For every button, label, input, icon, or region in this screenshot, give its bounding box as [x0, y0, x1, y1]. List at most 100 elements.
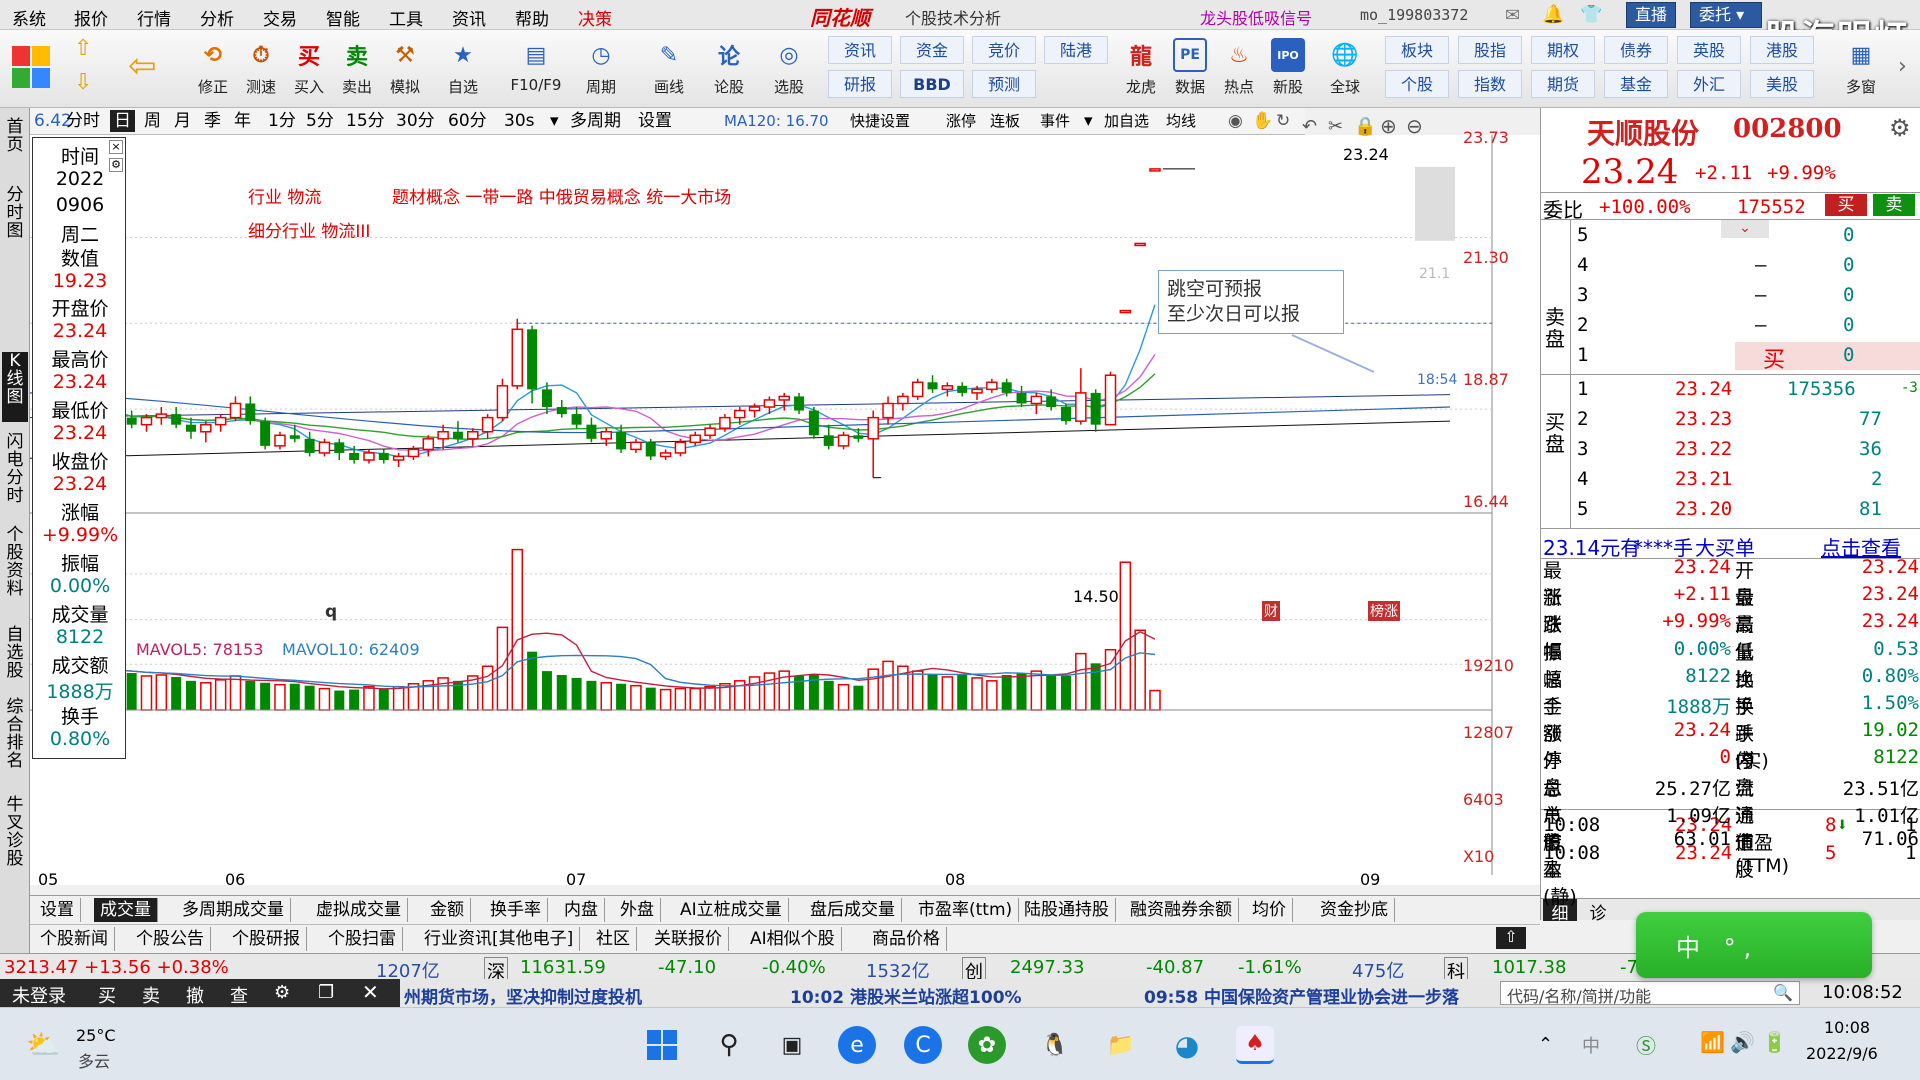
bell-icon[interactable]: 🔔 [1542, 4, 1564, 25]
quote-sell-button[interactable]: 卖 [1873, 194, 1915, 216]
info-tab[interactable]: 行业资讯[其他电子] [418, 927, 581, 951]
btn-futures[interactable]: 期货 [1531, 70, 1595, 98]
tool-global[interactable]: 🌐 全球 [1322, 34, 1368, 106]
undo-icon[interactable]: ↶ [1302, 116, 1317, 137]
btn-index[interactable]: 指数 [1458, 70, 1522, 98]
edge-icon[interactable]: e [838, 1026, 876, 1064]
period-5min[interactable]: 5分 [306, 110, 334, 132]
ime-popup[interactable]: 中 °, [1636, 912, 1872, 978]
indicator-tab[interactable]: 资金抄底 [1314, 898, 1395, 922]
news-item-2[interactable]: 10:02 港股米兰站涨超100% [790, 983, 1022, 1008]
chart-tool-dropdown-icon[interactable]: ▾ [1084, 110, 1093, 132]
period-60min[interactable]: 60分 [448, 110, 487, 132]
trade-sell[interactable]: 卖 [142, 982, 160, 1008]
annotation-tip[interactable]: 跳空可预报 至少次日可以报 [1158, 270, 1344, 334]
news-item-1[interactable]: 州期货市场，坚决抑制过度投机 [404, 983, 642, 1008]
btn-forecast[interactable]: 预测 [972, 70, 1036, 98]
btn-us-stocks[interactable]: 美股 [1750, 70, 1814, 98]
edge-browser-icon[interactable]: ◕ [1168, 1026, 1206, 1064]
tool-dragon[interactable]: 龍龙虎 [1118, 34, 1164, 106]
up-arrow-icon[interactable]: ⇧ [74, 36, 108, 66]
indicator-tab[interactable]: 内盘 [558, 898, 605, 922]
menu-item-help[interactable]: 帮助 [515, 5, 549, 30]
tool-speed[interactable]: ⏱ 测速 [238, 34, 284, 106]
weather-icon[interactable]: ⛅ [26, 1028, 61, 1061]
tab-diagnose[interactable]: 诊 [1581, 899, 1615, 924]
info-tab[interactable]: AI相似个股 [744, 927, 842, 951]
vtab-home[interactable]: 首页 [2, 118, 28, 158]
scroll-top-icon[interactable]: ⇧ [1496, 927, 1526, 949]
back-arrow-icon[interactable]: ⇦ [128, 46, 168, 86]
gear-icon[interactable]: ⚙ [1889, 114, 1911, 142]
info-tab[interactable]: 个股扫雷 [322, 927, 403, 951]
btn-sector[interactable]: 板块 [1385, 36, 1449, 64]
info-tab[interactable]: 社区 [590, 927, 637, 951]
battery-icon[interactable]: 🔋 [1762, 1030, 1787, 1054]
menu-item-quote[interactable]: 报价 [74, 5, 108, 30]
tool-hot[interactable]: ♨ 热点 [1216, 34, 1262, 106]
menu-item-trade[interactable]: 交易 [263, 5, 297, 30]
lock-icon[interactable]: 🔒 [1354, 116, 1376, 137]
qq-icon[interactable]: 🐧 [1036, 1026, 1074, 1064]
period-month[interactable]: 月 [174, 110, 191, 132]
chart-tool-add-watch[interactable]: 加自选 [1104, 110, 1149, 132]
btn-hk-stocks[interactable]: 港股 [1750, 36, 1814, 64]
period-timeshare[interactable]: 分时 [66, 110, 100, 132]
info-tab[interactable]: 个股研报 [226, 927, 307, 951]
chart-tool-event[interactable]: 事件 [1040, 110, 1070, 132]
indicator-tab[interactable]: 融资融券余额 [1124, 898, 1239, 922]
kline-chart-area[interactable] [29, 135, 1540, 885]
btn-capital[interactable]: 资金 [900, 36, 964, 64]
chevron-up-icon[interactable]: ⌃ [1538, 1034, 1553, 1055]
indicator-tab[interactable]: 设置 [34, 898, 81, 922]
indicator-tab[interactable]: 虚拟成交量 [310, 898, 408, 922]
trade-buy[interactable]: 买 [98, 982, 116, 1008]
vtab-diagnose[interactable]: 牛叉诊股 [2, 796, 28, 872]
vtab-kline[interactable]: K线图 [2, 352, 28, 422]
tool-cycle[interactable]: ◷ 周期 [578, 34, 624, 106]
indicator-tab[interactable]: 换手率 [484, 898, 548, 922]
info-tab[interactable]: 关联报价 [648, 927, 729, 951]
tool-ipo[interactable]: IPO 新股 [1265, 34, 1311, 106]
tool-buy[interactable]: 买买入 [286, 34, 332, 106]
ime-indicator[interactable]: 中 [1582, 1032, 1600, 1058]
btn-research[interactable]: 研报 [828, 70, 892, 98]
restore-icon[interactable]: ❐ [318, 982, 334, 1003]
search-input[interactable]: 代码/名称/简拼/功能 🔍 [1500, 981, 1800, 1006]
indicator-tab[interactable]: 成交量 [94, 898, 158, 922]
period-dropdown-icon[interactable]: ▾ [550, 110, 559, 132]
ths-app-icon[interactable]: ♠ [1236, 1026, 1274, 1064]
login-status[interactable]: 未登录 [12, 982, 66, 1008]
period-year[interactable]: 年 [234, 110, 251, 132]
sys-time[interactable]: 10:08 [1824, 1018, 1870, 1037]
eye-icon[interactable]: ◉ [1228, 110, 1243, 132]
indicator-tab[interactable]: 均价 [1246, 898, 1293, 922]
menu-item-news[interactable]: 资讯 [452, 5, 486, 30]
indicator-tab[interactable]: 金额 [424, 898, 471, 922]
shirt-icon[interactable]: 👕 [1580, 4, 1602, 25]
period-week[interactable]: 周 [144, 110, 161, 132]
vtab-watchlist[interactable]: 自选股 [2, 626, 28, 684]
tool-discuss[interactable]: 论论股 [706, 34, 752, 106]
btn-bonds[interactable]: 债券 [1604, 36, 1668, 64]
btn-funds[interactable]: 基金 [1604, 70, 1668, 98]
vtab-timeshare[interactable]: 分时图 [2, 186, 28, 240]
period-multi[interactable]: 多周期 [570, 110, 621, 132]
period-30s[interactable]: 30s [504, 110, 535, 132]
tool-multiwindow[interactable]: ▦ 多窗 [1832, 34, 1890, 106]
mail-icon[interactable]: ✉ [1505, 5, 1520, 26]
tool-watchlist[interactable]: ★ 自选 [440, 34, 486, 106]
zoom-in-icon[interactable]: ⊕ [1380, 114, 1397, 138]
redo-icon[interactable]: ↻ [1276, 110, 1290, 132]
folder-icon[interactable]: 📁 [1102, 1026, 1140, 1064]
btn-index-futures[interactable]: 股指 [1458, 36, 1522, 64]
tool-data[interactable]: PE 数据 [1167, 34, 1213, 106]
menu-item-analysis[interactable]: 分析 [200, 5, 234, 30]
tool-simulate[interactable]: ⚒ 模拟 [382, 34, 428, 106]
news-item-3[interactable]: 09:58 中国保险资产管理业协会进一步落 [1144, 983, 1494, 1008]
btn-hk-connect[interactable]: 陆港 [1044, 36, 1108, 64]
menu-item-smart[interactable]: 智能 [326, 5, 360, 30]
hand-icon[interactable]: ✋ [1252, 110, 1273, 132]
btn-forex[interactable]: 外汇 [1677, 70, 1741, 98]
task-view-icon[interactable]: ▣ [773, 1026, 811, 1064]
